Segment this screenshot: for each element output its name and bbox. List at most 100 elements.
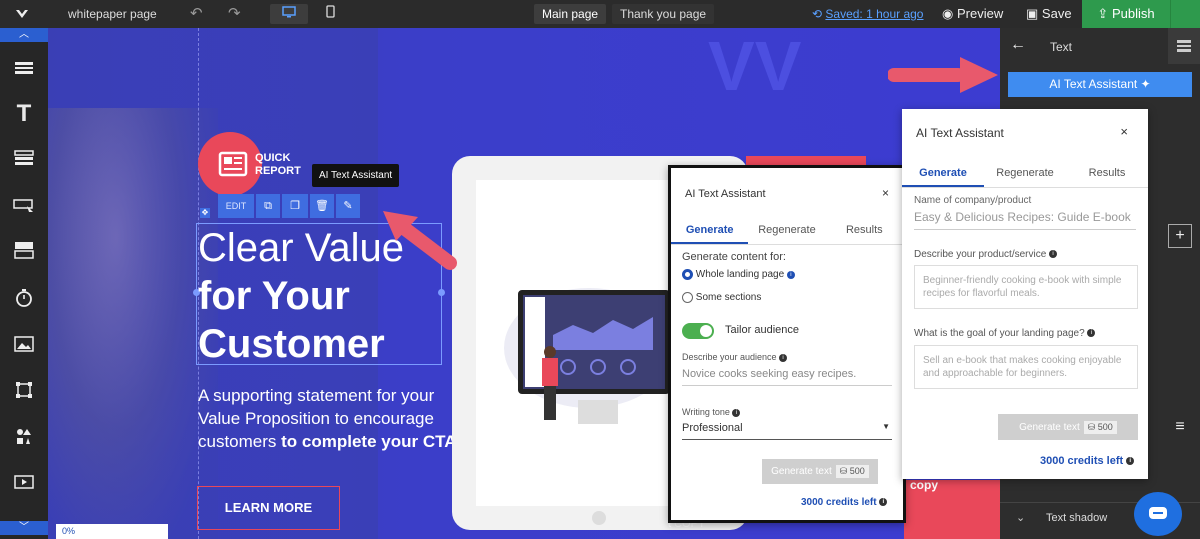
generate-for-label: Generate content for: [682,251,786,263]
shape-tool-icon[interactable] [0,368,48,412]
supporting-text: A supporting statement for your Value Pr… [198,384,461,453]
panel-b-tabs: Generate Regenerate Results [902,161,1148,188]
generate-label: Generate text [771,466,832,477]
align-icon[interactable]: ≡ [1168,418,1192,440]
tab-main-page[interactable]: Main page [534,4,607,24]
back-arrow-icon[interactable]: ← [1010,36,1026,54]
eye-icon: ◉ [942,6,954,21]
generate-text-button[interactable]: Generate text ⛁ 500 [998,414,1138,440]
learn-more-button[interactable]: LEARN MORE [197,486,340,530]
left-toolbar: ︿ T ﹀ [0,28,48,539]
resize-handle-right[interactable] [438,289,445,296]
tab-results[interactable]: Results [1066,161,1148,187]
headline: Clear Value for Your Customer [198,224,404,368]
progress-widget: 0% [56,524,168,539]
option-whole-page[interactable]: Whole landing page i [682,269,795,280]
layers-icon[interactable] [1168,28,1200,64]
tab-regenerate[interactable]: Regenerate [984,161,1066,187]
section-tool-icon[interactable] [0,46,48,90]
desktop-view-button[interactable] [270,4,308,24]
move-handle-icon[interactable]: ✥ [200,208,210,218]
info-icon: i [732,408,741,417]
support-line-1: A supporting statement for your [198,386,435,405]
history-icon: ⟲ [812,7,823,21]
company-label: Name of company/product [914,195,1032,206]
headline-line-1: Clear Value [198,226,405,270]
mobile-view-button[interactable] [312,4,348,24]
text-shadow-label: Text shadow [1046,512,1108,524]
generate-text-button[interactable]: Generate text ⛁ 500 [762,459,878,484]
widgets-tool-icon[interactable] [0,414,48,458]
app-logo-icon[interactable] [14,0,34,28]
undo-icon[interactable]: ↶ [190,0,203,28]
info-icon: i [786,270,795,279]
info-icon: i [1126,457,1135,466]
ai-assist-icon[interactable]: ✎ [336,194,360,218]
info-icon: i [1087,329,1096,338]
ai-text-assistant-button[interactable]: AI Text Assistant ✦ [1008,72,1192,97]
saved-label: Saved: 1 hour ago [825,7,924,21]
preview-button[interactable]: ◉ Preview [942,0,1003,28]
support-line-2: Value Proposition to encourage [198,409,434,428]
edit-button[interactable]: EDIT [218,194,254,218]
info-icon: i [879,498,888,507]
save-button[interactable]: ▣ Save [1026,0,1072,28]
panel-a-tabs: Generate Regenerate Results [671,218,903,245]
pointer-arrow-3 [888,57,998,93]
close-icon[interactable]: × [882,186,889,200]
floppy-icon: ▣ [1026,6,1039,21]
tailor-audience-label: Tailor audience [725,324,799,336]
tone-select[interactable]: Professional ▼ [682,422,892,440]
progress-label: 0% [62,526,76,536]
publish-button[interactable]: ⇪ Publish [1082,0,1170,28]
layer-icon[interactable]: ❐ [282,194,308,218]
tone-label: Writing tone i [682,407,741,417]
illustration-person [540,346,560,426]
video-tool-icon[interactable] [0,460,48,504]
describe-textarea[interactable]: Beginner-friendly cooking e-book with si… [914,265,1138,309]
tailor-audience-toggle[interactable] [682,323,714,339]
quick-report-badge[interactable] [198,132,262,196]
option-some-label: Some sections [695,292,762,304]
timer-tool-icon[interactable] [0,276,48,320]
tab-results[interactable]: Results [826,218,903,244]
page-name[interactable]: whitepaper page [68,0,157,28]
tablet-button [592,511,606,525]
text-tool-icon[interactable]: T [0,92,48,136]
company-input[interactable]: Easy & Delicious Recipes: Guide E-book [914,210,1136,230]
redo-icon[interactable]: ↷ [228,0,241,28]
tab-generate[interactable]: Generate [902,161,984,187]
duplicate-icon[interactable]: ⧉ [256,194,280,218]
saved-status[interactable]: ⟲ Saved: 1 hour ago [812,0,923,28]
audience-input[interactable]: Novice cooks seeking easy recipes. [682,368,892,386]
chat-button[interactable] [1134,492,1182,536]
upload-icon: ⇪ [1097,6,1109,21]
button-tool-icon[interactable] [0,184,48,228]
goal-textarea[interactable]: Sell an e-book that makes cooking enjoya… [914,345,1138,389]
scroll-down-icon[interactable]: ﹀ [0,521,48,535]
desktop-icon [282,6,296,18]
info-icon: i [779,353,788,362]
panel-b-title: AI Text Assistant [916,126,1004,140]
credit-cost-badge: ⛁ 500 [1083,420,1117,434]
tab-regenerate[interactable]: Regenerate [748,218,825,244]
image-tool-icon[interactable] [0,322,48,366]
publish-dropdown[interactable] [1170,0,1200,28]
monitor-stand [578,400,618,424]
chevron-down-icon: ⌄ [1016,512,1026,524]
close-icon[interactable]: × [1120,124,1128,139]
tab-generate[interactable]: Generate [671,218,749,244]
radio-empty-icon[interactable] [682,292,693,303]
newspaper-icon [218,151,248,177]
add-icon[interactable]: + [1168,224,1192,248]
info-icon: i [1049,250,1058,259]
option-some-sections[interactable]: Some sections [682,292,761,303]
delete-icon[interactable]: 🗑 [310,194,334,218]
tab-thank-you-page[interactable]: Thank you page [612,4,715,24]
scroll-up-icon[interactable]: ︿ [0,28,48,42]
rows-tool-icon[interactable] [0,136,48,180]
option-whole-label: Whole landing page [695,269,785,281]
fragment-copy: copy [910,478,939,492]
form-tool-icon[interactable] [0,228,48,272]
radio-selected-icon[interactable] [682,269,693,280]
